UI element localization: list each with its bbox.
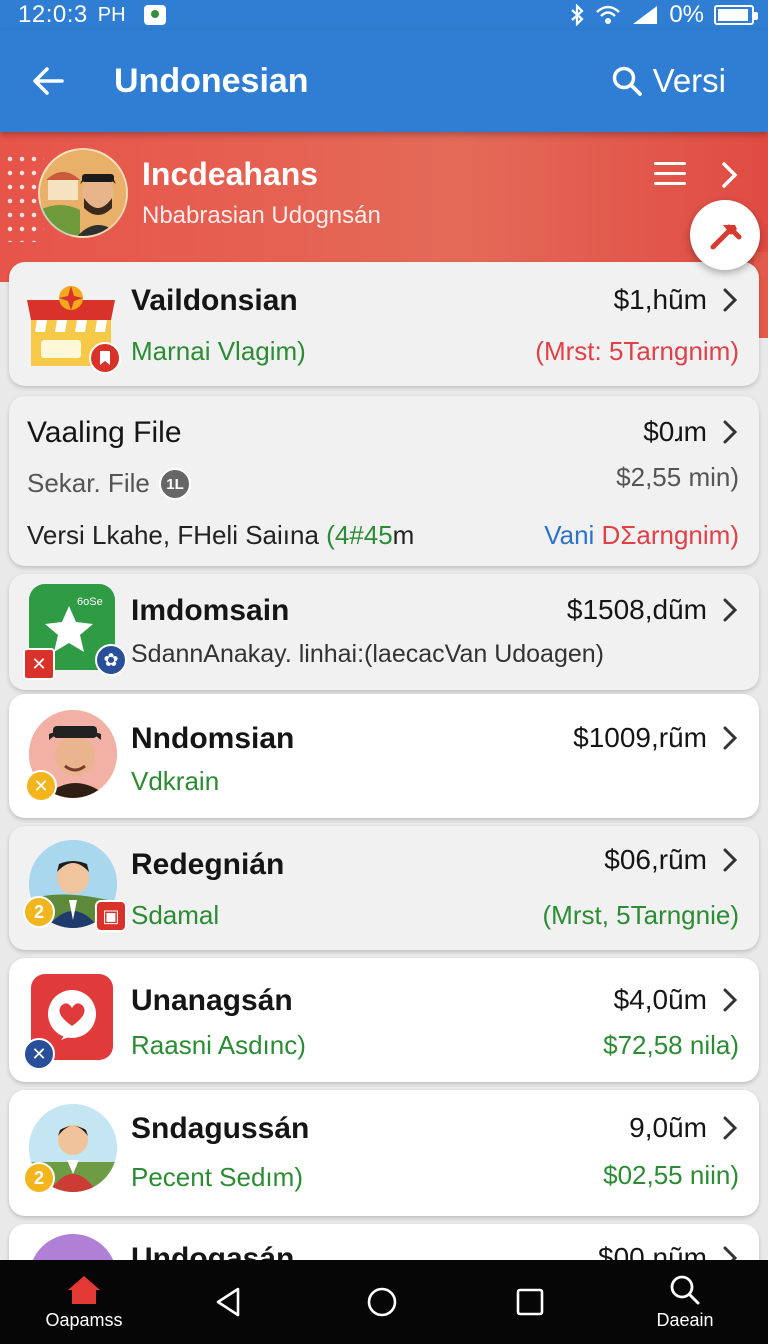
item-price: $1009,rũm	[573, 722, 707, 753]
home-icon	[68, 1275, 100, 1304]
item-meta: (Mrst: 5Tarngnim)	[535, 336, 739, 366]
search-icon	[670, 1275, 700, 1304]
item-subtitle: Vdkrain	[131, 766, 220, 796]
item-name: Sndagussán	[131, 1112, 310, 1145]
lock-icon: ▣	[95, 900, 127, 932]
profile-header: Incdeahans Nbabrasian Udognsán	[0, 132, 768, 338]
item-meta: $02,55 niin)	[603, 1160, 739, 1190]
item-meta: $72,58 nila)	[603, 1030, 739, 1060]
list-item[interactable]: Vaaling File Sekar. File 1L Versi Lkahe,…	[9, 396, 759, 566]
list-item[interactable]: ✕ Nndomsian Vdkrain $1009,rũm	[9, 694, 759, 818]
app-bar: Undonesian Versi	[0, 30, 768, 132]
battery-icon	[714, 5, 758, 25]
nav-home-label: Oapamss	[45, 1309, 123, 1330]
recents-square-icon	[516, 1288, 544, 1316]
profile-subtitle: Nbabrasian Udognsán	[142, 202, 381, 229]
search-button[interactable]: Versi	[611, 62, 726, 100]
count-badge: 2	[23, 896, 55, 928]
avatar-illustration	[40, 150, 126, 236]
item-detail-accent: (4#45	[326, 520, 393, 550]
status-badge	[89, 342, 121, 374]
bookmark-icon	[100, 351, 110, 365]
flower-icon: ✿	[95, 644, 127, 676]
item-detail-unit: m	[392, 520, 415, 550]
close-icon: ✕	[23, 648, 55, 680]
item-price: $1,hũm	[613, 284, 707, 315]
item-status: Vani DΣarngnim)	[544, 520, 739, 551]
item-detail-text: Versi Lkahe, FHeli Saiına	[27, 520, 319, 550]
home-circle-icon	[367, 1287, 397, 1317]
profile-name: Incdeahans	[142, 156, 319, 192]
wifi-icon	[596, 5, 621, 24]
close-badge: ✕	[23, 1038, 55, 1070]
list-item[interactable]: 2 ▣ Redegnián Sdamal $06,rũm (Mrst, 5Tar…	[9, 826, 759, 950]
search-icon	[612, 66, 642, 96]
nav-recents-button[interactable]	[508, 1260, 552, 1344]
back-arrow-icon	[33, 67, 64, 95]
nav-back-button[interactable]	[206, 1260, 250, 1344]
item-subtitle: Pecent Sedım)	[131, 1162, 303, 1192]
item-price: 9,0ũm	[629, 1112, 707, 1143]
nav-search-label: Daeain	[656, 1309, 714, 1330]
list-item[interactable]: 2 Sndagussán Pecent Sedım) 9,0ũm $02,55 …	[9, 1090, 759, 1216]
chevron-right-icon[interactable]	[721, 846, 739, 874]
hammer-fab[interactable]	[690, 200, 760, 270]
nav-home[interactable]: Oapamss	[38, 1260, 130, 1344]
item-status-a: Vani	[544, 520, 595, 550]
chevron-right-icon[interactable]	[721, 1114, 739, 1142]
status-period: PH	[97, 3, 126, 26]
nav-search[interactable]: Daeain	[640, 1260, 730, 1344]
hammer-icon	[710, 224, 742, 250]
status-bar: 12:0:3 PH 0%	[0, 0, 768, 30]
file-count-badge: 1L	[159, 468, 191, 500]
item-subtitle: SdannAnakay. linhai:(laecacVan Udoagen)	[131, 640, 604, 668]
chevron-right-icon[interactable]	[721, 986, 739, 1014]
list-item[interactable]: 6oSe ✕ ✿ Imdomsain SdannAnakay. linhai:(…	[9, 574, 759, 690]
bluetooth-icon	[571, 4, 584, 26]
item-subtitle: Marnai Vlagim)	[131, 336, 306, 366]
search-label: Versi	[652, 62, 726, 99]
item-subtitle: Sdamal	[131, 900, 220, 930]
item-name: Redegnián	[131, 848, 285, 881]
list-item[interactable]: ✕ Unanagsán Raasni Asdınc) $4,0ũm $72,58…	[9, 958, 759, 1082]
list-item[interactable]: Vaildonsian Marnai Vlagim) $1,hũm (Mrst:…	[9, 262, 759, 386]
item-name: Vaaling File	[27, 416, 182, 449]
item-subtitle: Raasni Asdınc)	[131, 1030, 306, 1060]
battery-percent: 0%	[669, 1, 704, 28]
chevron-right-icon[interactable]	[721, 724, 739, 752]
chevron-right-icon[interactable]	[721, 418, 739, 446]
nav-home-button[interactable]	[360, 1260, 404, 1344]
count-badge: 2	[23, 1162, 55, 1194]
status-time: 12:0:3	[18, 1, 88, 28]
item-price: $06,rũm	[604, 844, 707, 875]
item-meta: $2,55 min)	[616, 462, 739, 492]
chevron-right-icon[interactable]	[721, 596, 739, 624]
page-title: Undonesian	[114, 61, 309, 100]
item-meta: (Mrst, 5Tarngnie)	[542, 900, 740, 930]
item-subtitle: Sekar. File	[27, 468, 150, 498]
item-price: $0ɹm	[643, 416, 707, 447]
item-price: $1508,dũm	[566, 594, 707, 625]
menu-icon[interactable]	[654, 162, 686, 188]
item-name: Unanagsán	[131, 984, 293, 1017]
back-triangle-icon	[216, 1287, 240, 1317]
close-badge: ✕	[25, 770, 57, 802]
item-status-b: DΣarngnim)	[601, 520, 739, 550]
chevron-right-icon[interactable]	[716, 160, 742, 190]
item-name: Vaildonsian	[131, 284, 298, 317]
item-detail: Versi Lkahe, FHeli Saiına (4#45m	[27, 520, 414, 551]
item-name: Imdomsain	[131, 594, 290, 627]
signal-icon	[633, 6, 658, 24]
item-name: Nndomsian	[131, 722, 295, 755]
chevron-right-icon[interactable]	[721, 286, 739, 314]
notification-icon	[143, 5, 166, 25]
bottom-nav-bar: Oapamss Daeain	[0, 1260, 768, 1344]
back-button[interactable]	[28, 61, 68, 101]
avatar[interactable]	[38, 148, 128, 238]
thumb-label: 6oSe	[77, 596, 103, 608]
item-price: $4,0ũm	[613, 984, 707, 1015]
